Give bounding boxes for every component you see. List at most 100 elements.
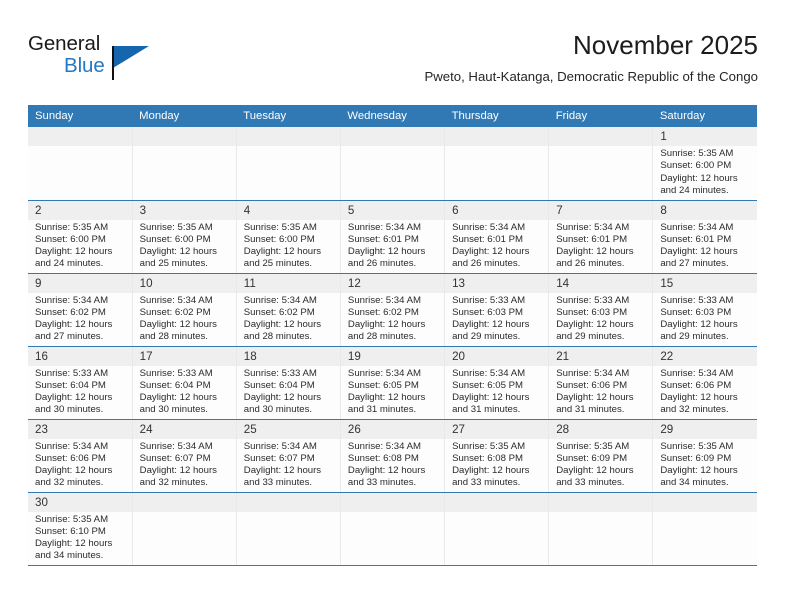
page-title: November 2025 <box>573 30 758 60</box>
day-number-placeholder <box>132 492 236 512</box>
calendar-day-cell[interactable]: 17 Sunrise: 5:33 AM Sunset: 6:04 PM Dayligh… <box>132 346 237 420</box>
day-sun-info: Sunrise: 5:35 AM Sunset: 6:00 PM Daylight:… <box>133 220 236 271</box>
calendar-day-cell[interactable]: 20 Sunrise: 5:34 AM Sunset: 6:05 PM Dayligh… <box>444 346 550 420</box>
day-number-placeholder <box>236 127 340 146</box>
calendar-day-cell[interactable]: 7 Sunrise: 5:34 AM Sunset: 6:01 PM Daylight… <box>548 200 654 274</box>
calendar-day-cell[interactable]: 9 Sunrise: 5:34 AM Sunset: 6:02 PM Daylight… <box>28 273 133 347</box>
day-sun-info: Sunrise: 5:34 AM Sunset: 6:01 PM Daylight:… <box>653 220 757 271</box>
calendar-day-cell[interactable]: 3 Sunrise: 5:35 AM Sunset: 6:00 PM Daylight… <box>132 200 237 274</box>
calendar-day-cell[interactable]: 12 Sunrise: 5:34 AM Sunset: 6:02 PM Dayligh… <box>340 273 446 347</box>
calendar-day-cell[interactable]: 21 Sunrise: 5:34 AM Sunset: 6:06 PM Dayligh… <box>548 346 654 420</box>
day-number-placeholder <box>28 127 132 146</box>
sunrise-text: Sunrise: 5:35 AM <box>139 221 213 233</box>
sunrise-text: Sunrise: 5:34 AM <box>452 367 526 379</box>
calendar-cell-empty <box>236 127 341 201</box>
day-number: 18 <box>236 346 340 366</box>
calendar-day-cell[interactable]: 18 Sunrise: 5:33 AM Sunset: 6:04 PM Dayligh… <box>236 346 341 420</box>
sunrise-text: Sunrise: 5:34 AM <box>452 221 526 233</box>
calendar-day-cell[interactable]: 10 Sunrise: 5:34 AM Sunset: 6:02 PM Dayligh… <box>132 273 237 347</box>
weekday-header-sunday: Sunday <box>28 105 133 127</box>
sunset-text: Sunset: 6:06 PM <box>35 452 106 464</box>
day-sun-info: Sunrise: 5:34 AM Sunset: 6:02 PM Daylight:… <box>341 293 444 344</box>
day-sun-info: Sunrise: 5:33 AM Sunset: 6:03 PM Daylight:… <box>549 293 652 344</box>
daylight-text: Daylight: 12 hours and 29 minutes. <box>556 319 634 343</box>
day-number-placeholder <box>132 127 236 146</box>
sunset-text: Sunset: 6:09 PM <box>660 452 732 464</box>
calendar-day-cell[interactable]: 1 Sunrise: 5:35 AM Sunset: 6:00 PM Daylight… <box>652 127 757 201</box>
sunrise-text: Sunrise: 5:34 AM <box>347 440 421 452</box>
calendar-day-cell[interactable]: 14 Sunrise: 5:33 AM Sunset: 6:03 PM Dayligh… <box>548 273 654 347</box>
calendar-day-cell[interactable]: 24 Sunrise: 5:34 AM Sunset: 6:07 PM Dayligh… <box>132 419 237 493</box>
day-number: 28 <box>549 419 653 439</box>
sunset-text: Sunset: 6:02 PM <box>139 306 211 318</box>
day-number: 12 <box>340 273 445 293</box>
calendar-day-cell[interactable]: 2 Sunrise: 5:35 AM Sunset: 6:00 PM Daylight… <box>28 200 133 274</box>
calendar-day-cell[interactable]: 5 Sunrise: 5:34 AM Sunset: 6:01 PM Daylight… <box>340 200 446 274</box>
sunset-text: Sunset: 6:03 PM <box>660 306 732 318</box>
calendar-cell-empty <box>236 492 341 566</box>
day-sun-info: Sunrise: 5:35 AM Sunset: 6:00 PM Daylight:… <box>28 220 132 271</box>
day-number: 2 <box>28 200 132 220</box>
calendar-day-cell[interactable]: 23 Sunrise: 5:34 AM Sunset: 6:06 PM Dayligh… <box>28 419 133 493</box>
calendar-day-cell[interactable]: 29 Sunrise: 5:35 AM Sunset: 6:09 PM Dayligh… <box>652 419 757 493</box>
calendar-week-row: 23 Sunrise: 5:34 AM Sunset: 6:06 PM Dayligh… <box>28 419 757 493</box>
weekday-header-saturday: Saturday <box>652 105 757 127</box>
calendar-day-cell[interactable]: 19 Sunrise: 5:34 AM Sunset: 6:05 PM Dayligh… <box>340 346 446 420</box>
day-sun-info: Sunrise: 5:34 AM Sunset: 6:05 PM Daylight:… <box>445 366 548 417</box>
day-sun-info: Sunrise: 5:34 AM Sunset: 6:07 PM Daylight:… <box>133 439 236 490</box>
day-number: 10 <box>132 273 236 293</box>
day-number: 16 <box>28 346 132 366</box>
calendar-day-cell[interactable]: 27 Sunrise: 5:35 AM Sunset: 6:08 PM Dayligh… <box>444 419 550 493</box>
daylight-text: Daylight: 12 hours and 34 minutes. <box>660 465 738 489</box>
calendar-day-cell[interactable]: 26 Sunrise: 5:34 AM Sunset: 6:08 PM Dayligh… <box>340 419 446 493</box>
day-number: 29 <box>653 419 757 439</box>
general-blue-logo[interactable]: General Blue <box>28 32 218 92</box>
sunrise-text: Sunrise: 5:33 AM <box>139 367 213 379</box>
calendar-day-cell[interactable]: 11 Sunrise: 5:34 AM Sunset: 6:02 PM Dayligh… <box>236 273 341 347</box>
daylight-text: Daylight: 12 hours and 29 minutes. <box>660 319 738 343</box>
daylight-text: Daylight: 12 hours and 32 minutes. <box>35 465 113 489</box>
sunrise-sunset-calendar: Sunday Monday Tuesday Wednesday Thursday Frid… <box>28 105 757 566</box>
day-number: 7 <box>549 200 653 220</box>
calendar-day-cell[interactable]: 6 Sunrise: 5:34 AM Sunset: 6:01 PM Daylight… <box>444 200 550 274</box>
calendar-day-cell[interactable]: 16 Sunrise: 5:33 AM Sunset: 6:04 PM Dayligh… <box>28 346 133 420</box>
sunrise-text: Sunrise: 5:35 AM <box>556 440 630 452</box>
weekday-header-wednesday: Wednesday <box>340 105 445 127</box>
day-sun-info: Sunrise: 5:34 AM Sunset: 6:07 PM Daylight:… <box>237 439 340 490</box>
day-number: 11 <box>236 273 340 293</box>
daylight-text: Daylight: 12 hours and 31 minutes. <box>556 392 634 416</box>
daylight-text: Daylight: 12 hours and 27 minutes. <box>660 246 738 270</box>
day-number: 9 <box>28 273 132 293</box>
sunrise-text: Sunrise: 5:34 AM <box>660 367 734 379</box>
logo-triangle-icon <box>113 46 149 68</box>
daylight-text: Daylight: 12 hours and 28 minutes. <box>347 319 426 343</box>
sunset-text: Sunset: 6:02 PM <box>243 306 315 318</box>
daylight-text: Daylight: 12 hours and 31 minutes. <box>347 392 426 416</box>
calendar-day-cell[interactable]: 28 Sunrise: 5:35 AM Sunset: 6:09 PM Dayligh… <box>548 419 654 493</box>
calendar-day-cell[interactable]: 25 Sunrise: 5:34 AM Sunset: 6:07 PM Dayligh… <box>236 419 341 493</box>
daylight-text: Daylight: 12 hours and 31 minutes. <box>452 392 530 416</box>
calendar-week-row: 30 Sunrise: 5:35 AM Sunset: 6:10 PM Dayligh… <box>28 492 757 566</box>
weekday-header-tuesday: Tuesday <box>236 105 341 127</box>
day-sun-info: Sunrise: 5:34 AM Sunset: 6:01 PM Daylight:… <box>341 220 444 271</box>
daylight-text: Daylight: 12 hours and 26 minutes. <box>556 246 634 270</box>
calendar-day-cell[interactable]: 15 Sunrise: 5:33 AM Sunset: 6:03 PM Dayligh… <box>652 273 757 347</box>
daylight-text: Daylight: 12 hours and 32 minutes. <box>660 392 738 416</box>
calendar-week-row: 9 Sunrise: 5:34 AM Sunset: 6:02 PM Daylight… <box>28 273 757 347</box>
sunset-text: Sunset: 6:01 PM <box>347 233 419 245</box>
day-number-placeholder <box>653 492 757 512</box>
day-sun-info: Sunrise: 5:34 AM Sunset: 6:06 PM Daylight:… <box>28 439 132 490</box>
calendar-day-cell[interactable]: 22 Sunrise: 5:34 AM Sunset: 6:06 PM Dayligh… <box>652 346 757 420</box>
calendar-cell-empty <box>28 127 133 201</box>
day-number-placeholder <box>236 492 340 512</box>
calendar-day-cell[interactable]: 4 Sunrise: 5:35 AM Sunset: 6:00 PM Daylight… <box>236 200 341 274</box>
day-number: 21 <box>549 346 653 366</box>
calendar-day-cell[interactable]: 13 Sunrise: 5:33 AM Sunset: 6:03 PM Dayligh… <box>444 273 550 347</box>
daylight-text: Daylight: 12 hours and 33 minutes. <box>556 465 634 489</box>
calendar-day-cell[interactable]: 30 Sunrise: 5:35 AM Sunset: 6:10 PM Dayligh… <box>28 492 133 566</box>
calendar-cell-empty <box>548 127 654 201</box>
calendar-day-cell[interactable]: 8 Sunrise: 5:34 AM Sunset: 6:01 PM Daylight… <box>652 200 757 274</box>
day-sun-info: Sunrise: 5:33 AM Sunset: 6:04 PM Daylight:… <box>237 366 340 417</box>
day-number: 25 <box>236 419 340 439</box>
day-number: 24 <box>132 419 236 439</box>
